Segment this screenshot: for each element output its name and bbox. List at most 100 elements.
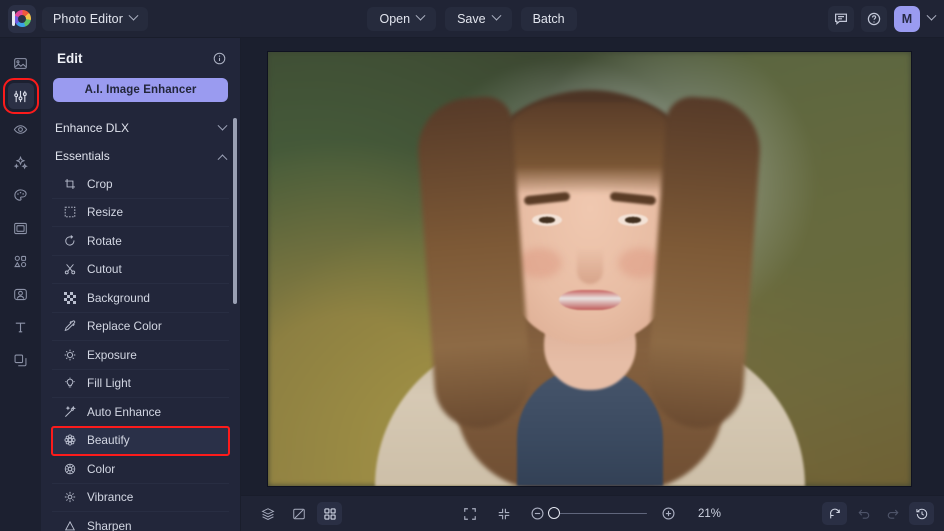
menu-item-label: Crop bbox=[87, 176, 113, 191]
chevron-down-icon bbox=[415, 10, 426, 21]
menu-item-vibrance[interactable]: Vibrance bbox=[52, 484, 229, 512]
header-right: M bbox=[828, 5, 944, 32]
rail-item-ai-tools[interactable] bbox=[8, 149, 34, 175]
flower-icon bbox=[63, 434, 76, 447]
menu-item-resize[interactable]: Resize bbox=[52, 199, 229, 227]
menu-item-label: Vibrance bbox=[87, 490, 134, 505]
rail-item-frames[interactable] bbox=[8, 215, 34, 241]
app-logo-button[interactable] bbox=[8, 4, 36, 33]
chevron-down-icon[interactable] bbox=[926, 10, 937, 21]
avatar-initial: M bbox=[901, 11, 913, 26]
menu-item-label: Background bbox=[87, 290, 150, 305]
rail-item-layers[interactable] bbox=[8, 347, 34, 373]
bottom-left-tools bbox=[255, 502, 342, 525]
eyedropper-icon bbox=[63, 320, 76, 333]
batch-button-label: Batch bbox=[532, 11, 565, 26]
open-button[interactable]: Open bbox=[367, 6, 437, 31]
rail-item-portrait[interactable] bbox=[8, 281, 34, 307]
bulb-icon bbox=[63, 377, 76, 390]
rail-item-paint[interactable] bbox=[8, 182, 34, 208]
menu-item-beautify[interactable]: Beautify bbox=[51, 425, 230, 456]
rail-item-photos[interactable] bbox=[8, 50, 34, 76]
rail-item-edit[interactable] bbox=[2, 78, 39, 114]
checkerboard-icon bbox=[63, 291, 76, 304]
ai-image-enhancer-button[interactable]: A.I. Image Enhancer bbox=[53, 78, 228, 102]
menu-item-label: Fill Light bbox=[87, 376, 131, 391]
photo-mouth bbox=[558, 289, 621, 310]
compare-icon[interactable] bbox=[286, 502, 311, 525]
rail-item-shapes[interactable] bbox=[8, 248, 34, 274]
menu-item-color[interactable]: Color bbox=[52, 455, 229, 484]
photo-fringe bbox=[494, 101, 685, 194]
zoom-percentage[interactable]: 21% bbox=[698, 508, 728, 520]
chevron-down-icon bbox=[217, 120, 228, 131]
header-left: Photo Editor bbox=[0, 4, 148, 33]
panel-scroll-area[interactable]: Crop Resize Rotate Cutout Background Rep… bbox=[41, 170, 240, 531]
menu-item-fill-light[interactable]: Fill Light bbox=[52, 370, 229, 398]
menu-item-label: Exposure bbox=[87, 347, 137, 362]
reset-icon[interactable] bbox=[822, 502, 847, 525]
exposure-icon bbox=[63, 348, 76, 361]
batch-button[interactable]: Batch bbox=[520, 6, 577, 31]
bottom-right-tools bbox=[822, 502, 934, 525]
chevron-down-icon bbox=[128, 10, 139, 21]
save-button-label: Save bbox=[457, 11, 486, 26]
menu-item-exposure[interactable]: Exposure bbox=[52, 341, 229, 370]
chevron-down-icon bbox=[491, 10, 502, 21]
menu-item-sharpen[interactable]: Sharpen bbox=[52, 512, 229, 531]
photo-eye-right bbox=[617, 213, 648, 226]
save-button[interactable]: Save bbox=[445, 6, 512, 31]
app-header: Photo Editor Open Save Batch M bbox=[0, 0, 944, 38]
menu-item-label: Beautify bbox=[87, 433, 130, 448]
panel-title: Edit bbox=[57, 51, 83, 66]
menu-item-crop[interactable]: Crop bbox=[52, 170, 229, 199]
grid-view-icon[interactable] bbox=[317, 502, 342, 525]
feedback-icon[interactable] bbox=[828, 5, 854, 32]
color-wheel-icon bbox=[63, 462, 76, 475]
group-enhance-dlx-label: Enhance DLX bbox=[55, 121, 130, 135]
info-circle-icon[interactable] bbox=[213, 52, 226, 65]
open-button-label: Open bbox=[379, 11, 411, 26]
menu-item-label: Resize bbox=[87, 205, 124, 220]
help-icon[interactable] bbox=[861, 5, 887, 32]
menu-item-rotate[interactable]: Rotate bbox=[52, 227, 229, 256]
actual-size-icon[interactable] bbox=[491, 502, 516, 525]
panel-scrollbar[interactable] bbox=[233, 118, 237, 304]
history-icon[interactable] bbox=[909, 502, 934, 525]
undo-icon[interactable] bbox=[851, 502, 876, 525]
canvas-container: 21% bbox=[241, 38, 944, 531]
user-avatar[interactable]: M bbox=[894, 5, 920, 32]
bottom-toolbar: 21% bbox=[241, 495, 944, 531]
photo-cheek-left bbox=[517, 247, 562, 278]
fit-to-screen-icon[interactable] bbox=[457, 502, 482, 525]
zoom-slider[interactable] bbox=[548, 507, 647, 520]
app-switcher-label: Photo Editor bbox=[53, 11, 123, 26]
group-essentials[interactable]: Essentials bbox=[41, 142, 240, 170]
essentials-menu-list: Crop Resize Rotate Cutout Background Rep… bbox=[41, 170, 240, 531]
layers-icon[interactable] bbox=[255, 502, 280, 525]
color-wheel-logo-icon bbox=[11, 10, 31, 27]
crop-icon bbox=[63, 177, 76, 190]
zoom-slider-handle[interactable] bbox=[548, 507, 560, 520]
resize-icon bbox=[63, 206, 76, 219]
magic-wand-icon bbox=[63, 405, 76, 418]
rail-item-text[interactable] bbox=[8, 314, 34, 340]
canvas-area[interactable] bbox=[241, 38, 944, 495]
zoom-in-icon[interactable] bbox=[656, 502, 681, 525]
edit-panel: Edit A.I. Image Enhancer Enhance DLX Ess… bbox=[41, 38, 241, 531]
menu-item-replace-color[interactable]: Replace Color bbox=[52, 313, 229, 341]
zoom-out-icon[interactable] bbox=[525, 502, 550, 525]
menu-item-background[interactable]: Background bbox=[52, 284, 229, 313]
group-enhance-dlx[interactable]: Enhance DLX bbox=[41, 114, 240, 142]
menu-item-label: Auto Enhance bbox=[87, 404, 162, 419]
menu-item-cutout[interactable]: Cutout bbox=[52, 256, 229, 284]
menu-item-label: Cutout bbox=[87, 262, 122, 277]
edited-photo[interactable] bbox=[268, 51, 911, 486]
app-switcher-button[interactable]: Photo Editor bbox=[42, 6, 148, 31]
rail-item-effects[interactable] bbox=[8, 116, 34, 142]
redo-icon[interactable] bbox=[880, 502, 905, 525]
left-tool-rail bbox=[0, 38, 41, 531]
menu-item-auto-enhance[interactable]: Auto Enhance bbox=[52, 398, 229, 427]
menu-item-label: Color bbox=[87, 461, 116, 476]
chevron-up-icon bbox=[217, 153, 228, 164]
